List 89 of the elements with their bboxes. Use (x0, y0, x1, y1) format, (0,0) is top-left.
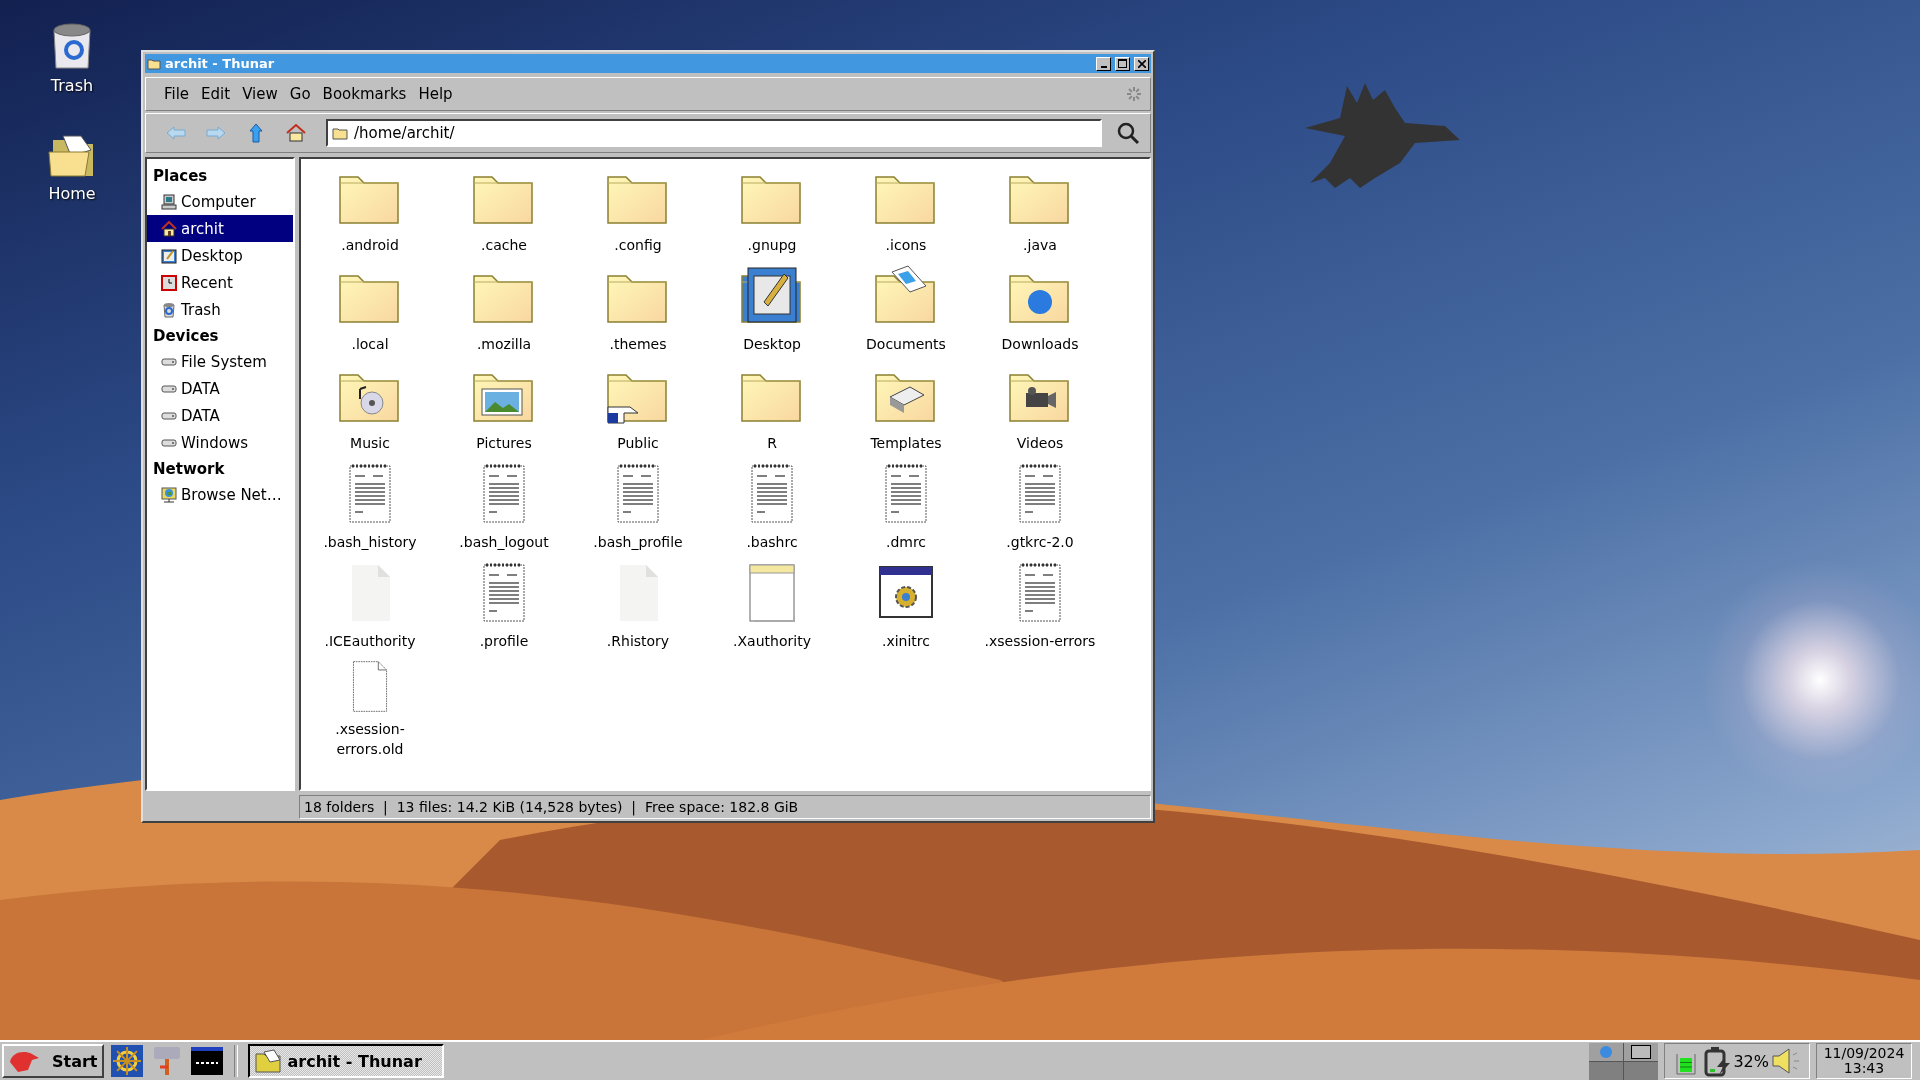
workspace-pager[interactable] (1589, 1042, 1659, 1080)
location-field[interactable]: /home/archit/ (326, 119, 1102, 147)
file-name[interactable]: .Rhistory (606, 631, 670, 651)
menu-item[interactable]: View (236, 85, 284, 103)
file-name[interactable]: .bash_history (323, 532, 417, 552)
minimize-button[interactable] (1096, 56, 1111, 71)
file-name[interactable]: Music (350, 433, 390, 453)
battery-percentage: 32% (1733, 1051, 1769, 1071)
file-name[interactable]: .cache (481, 235, 527, 255)
window-title: archit - Thunar (165, 56, 276, 71)
maximize-button[interactable] (1115, 56, 1130, 71)
trash-icon (50, 22, 94, 72)
file-name[interactable]: .xinitrc (882, 631, 930, 651)
home-icon (161, 220, 177, 237)
clock-icon (161, 274, 177, 291)
close-icon (1137, 59, 1146, 68)
sidebar-item[interactable]: archit (147, 215, 293, 242)
home-icon (286, 124, 306, 142)
maximize-icon (1118, 59, 1127, 68)
up-arrow-icon (249, 123, 263, 143)
file-name[interactable]: Documents (866, 334, 946, 354)
sidebar-item[interactable]: File System (147, 348, 293, 375)
folder-icon (332, 126, 348, 140)
terminal-button[interactable] (189, 1044, 224, 1078)
right-arrow-icon (206, 126, 226, 140)
sidebar-item[interactable]: Windows (147, 429, 293, 456)
file-name[interactable]: .dmrc (885, 532, 927, 552)
file-name[interactable]: .profile (479, 631, 529, 651)
menu-item[interactable]: Edit (195, 85, 237, 103)
folder-icon (147, 57, 161, 70)
file-name[interactable]: Templates (870, 433, 942, 453)
file-name[interactable]: .xsession-errors (984, 631, 1096, 651)
sidebar-heading: Devices (152, 326, 220, 347)
sidebar-item[interactable]: DATA (147, 402, 293, 429)
menu-item[interactable]: Help (412, 85, 459, 103)
spinner-icon (1126, 86, 1142, 102)
sidebar-item[interactable]: Recent (147, 269, 293, 296)
left-arrow-icon (166, 126, 186, 140)
file-name[interactable]: .bash_logout (459, 532, 549, 552)
taskbar-window-button[interactable]: archit - Thunar (247, 1044, 444, 1078)
desktop-icon (161, 247, 177, 264)
desktop-icon-label[interactable]: Home (48, 184, 96, 203)
file-name[interactable]: .themes (609, 334, 667, 354)
sidebar-item[interactable]: Trash (147, 296, 293, 323)
file-name[interactable]: R (767, 433, 777, 453)
desktop-icon-label[interactable]: Trash (50, 76, 94, 95)
battery-charging-icon[interactable] (1703, 1045, 1732, 1077)
terminal-icon (190, 1047, 223, 1075)
file-name[interactable]: .android (341, 235, 399, 255)
file-name[interactable]: .ICEauthority (324, 631, 416, 651)
window-icon (1631, 1044, 1652, 1059)
file-name[interactable]: .bash_profile (593, 532, 683, 552)
ship-wheel-icon (110, 1045, 143, 1077)
file-name[interactable]: .Xauthority (733, 631, 811, 651)
status-bar: 18 folders | 13 files: 14.2 KiB (14,528 bytes) | Free space: 182.8 GiB (299, 795, 1151, 819)
menu-item[interactable]: Go (283, 85, 317, 103)
sidebar-item[interactable]: DATA (147, 375, 293, 402)
file-name[interactable]: Videos (1016, 433, 1064, 453)
sidebar-item[interactable]: Computer (147, 188, 293, 215)
network-tool-icon (151, 1045, 182, 1077)
file-name[interactable]: .local (351, 334, 389, 354)
folder-icon (253, 1048, 282, 1074)
file-name[interactable]: Pictures (476, 433, 532, 453)
sidebar-heading: Places (152, 166, 209, 187)
sidebar-heading: Network (152, 459, 226, 480)
search-icon (1116, 121, 1140, 145)
ship-wheel-button[interactable] (109, 1044, 144, 1078)
file-name[interactable]: Public (617, 433, 659, 453)
file-name[interactable]: .java (1023, 235, 1057, 255)
sidebar-item[interactable]: Desktop (147, 242, 293, 269)
file-name[interactable]: .gtkrc-2.0 (1006, 532, 1074, 552)
computer-icon (161, 193, 177, 210)
file-name[interactable]: .bashrc (746, 532, 798, 552)
menu-item[interactable]: Bookmarks (316, 85, 413, 103)
file-name[interactable]: .xsession-errors.old (304, 719, 436, 759)
network-icon (161, 486, 177, 503)
file-name[interactable]: .icons (885, 235, 927, 255)
file-name[interactable]: .gnupg (747, 235, 797, 255)
file-name[interactable]: Downloads (1001, 334, 1079, 354)
file-name[interactable]: .config (614, 235, 662, 255)
start-button[interactable]: Start (2, 1044, 104, 1078)
sidebar-item[interactable]: Browse Net… (147, 481, 293, 508)
file-name[interactable]: Desktop (743, 334, 801, 354)
clock[interactable]: 11/09/2024 13:43 (1816, 1043, 1912, 1079)
minimize-icon (1100, 65, 1107, 68)
menu-item[interactable]: File (158, 85, 196, 103)
trash-icon (161, 301, 177, 318)
close-button[interactable] (1134, 56, 1149, 71)
file-name[interactable]: .mozilla (476, 334, 532, 354)
